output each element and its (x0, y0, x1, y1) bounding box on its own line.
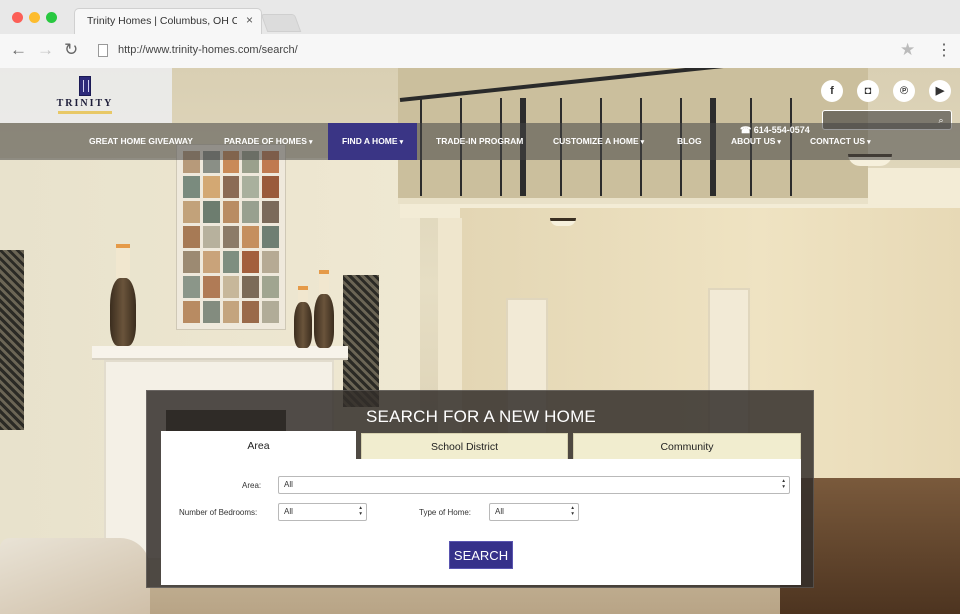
nav-label: BLOG (677, 136, 702, 146)
home-search-panel: SEARCH FOR A NEW HOME Area School Distri… (146, 390, 814, 588)
hero-side-art (0, 250, 24, 430)
chevron-down-icon: ▾ (867, 139, 871, 146)
site-logo[interactable]: TRINITY (0, 68, 172, 123)
chevron-down-icon: ▾ (399, 139, 404, 146)
tab-area[interactable]: Area (161, 431, 356, 459)
nav-trade-in-program[interactable]: TRADE-IN PROGRAM (436, 123, 523, 160)
browser-chrome: Trinity Homes | Columbus, OH Cust... × ←… (0, 0, 960, 68)
nav-parade-of-homes[interactable]: PARADE OF HOMES ▾ (224, 123, 312, 160)
browser-menu-icon[interactable]: ⋮ (936, 40, 952, 60)
hero-candle (319, 270, 329, 294)
bedrooms-select[interactable]: All (278, 503, 367, 521)
page-icon (98, 44, 108, 57)
area-label: Area: (242, 481, 262, 490)
chevron-down-icon: ▾ (777, 139, 781, 146)
search-form: Area: All Number of Bedrooms: All Type o… (161, 459, 801, 585)
hero-mantel (92, 346, 348, 360)
type-of-home-select[interactable]: All (489, 503, 579, 521)
tab-title: Trinity Homes | Columbus, OH Cust... (87, 15, 237, 27)
youtube-icon[interactable]: ▶ (929, 80, 951, 102)
area-select[interactable]: All (278, 476, 790, 494)
search-tabs: Area School District Community (161, 431, 801, 459)
nav-label: CUSTOMIZE A HOME (553, 136, 639, 146)
nav-find-a-home[interactable]: FIND A HOME ▾ (328, 123, 418, 160)
hero-vase (110, 278, 136, 346)
hero-vase (294, 302, 312, 348)
address-bar[interactable]: http://www.trinity-homes.com/search/ (118, 44, 298, 56)
reload-icon[interactable]: ↻ (64, 39, 78, 61)
nav-great-home-giveaway[interactable]: GREAT HOME GIVEAWAY (89, 123, 193, 160)
tab-close-icon[interactable]: × (246, 13, 253, 27)
hero-vase (314, 294, 334, 348)
nav-label: FIND A HOME (342, 136, 398, 146)
browser-tab[interactable]: Trinity Homes | Columbus, OH Cust... × (74, 8, 262, 34)
bookmark-star-icon[interactable]: ★ (900, 40, 915, 60)
logo-emblem-icon (79, 76, 91, 96)
nav-label: CONTACT US (810, 136, 866, 146)
hero-wall-art (176, 144, 286, 330)
back-arrow-icon[interactable]: ← (10, 39, 27, 61)
tab-strip: Trinity Homes | Columbus, OH Cust... × (0, 0, 960, 34)
hero-couch (0, 538, 150, 614)
main-nav: ☎ 614-554-0574 GREAT HOME GIVEAWAY PARAD… (0, 123, 960, 160)
nav-label: PARADE OF HOMES (224, 136, 307, 146)
pinterest-icon[interactable]: ℗ (893, 80, 915, 102)
hero-side-art (343, 275, 379, 407)
search-button[interactable]: SEARCH (449, 541, 513, 569)
search-panel-title: SEARCH FOR A NEW HOME (366, 407, 596, 426)
new-tab-button[interactable] (260, 14, 302, 32)
facebook-icon[interactable]: f (821, 80, 843, 102)
bedrooms-label: Number of Bedrooms: (179, 508, 258, 517)
nav-blog[interactable]: BLOG (677, 123, 702, 160)
hero-candle (116, 244, 130, 278)
nav-label: GREAT HOME GIVEAWAY (89, 136, 193, 146)
logo-text: TRINITY (56, 98, 114, 109)
maximize-window-icon[interactable] (46, 12, 57, 23)
chevron-down-icon: ▾ (640, 139, 645, 146)
type-of-home-label: Type of Home: (419, 508, 472, 517)
tab-community[interactable]: Community (573, 433, 801, 459)
nav-contact-us[interactable]: CONTACT US ▾ (810, 123, 871, 160)
minimize-window-icon[interactable] (29, 12, 40, 23)
tab-school-district[interactable]: School District (361, 433, 568, 459)
close-window-icon[interactable] (12, 12, 23, 23)
nav-label: TRADE-IN PROGRAM (436, 136, 524, 146)
nav-label: ABOUT US (731, 136, 776, 146)
hero-candle (298, 286, 308, 302)
chevron-down-icon: ▾ (308, 139, 313, 146)
logo-underline (58, 111, 112, 114)
nav-customize-a-home[interactable]: CUSTOMIZE A HOME ▾ (553, 123, 644, 160)
hero-ceiling-light (550, 218, 576, 226)
browser-toolbar: ← → ↻ http://www.trinity-homes.com/searc… (0, 34, 960, 68)
nav-about-us[interactable]: ABOUT US ▾ (731, 123, 781, 160)
forward-arrow-icon[interactable]: → (37, 39, 54, 61)
web-page: TRINITY f ◘ ℗ ▶ ⌕ ☎ 614-554-0574 GREAT H… (0, 68, 960, 614)
instagram-icon[interactable]: ◘ (857, 80, 879, 102)
